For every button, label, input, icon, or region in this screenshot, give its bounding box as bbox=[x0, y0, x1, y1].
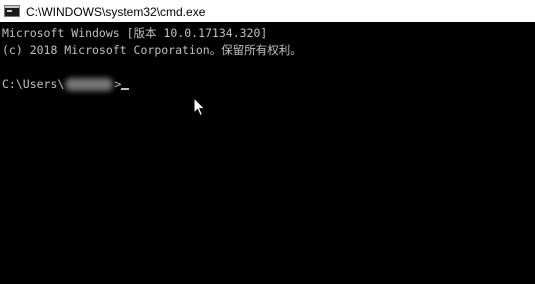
redacted-username bbox=[65, 78, 114, 91]
prompt-symbol: > bbox=[114, 77, 122, 91]
prompt-path-prefix: C:\Users\ bbox=[2, 77, 65, 91]
window-title: C:\WINDOWS\system32\cmd.exe bbox=[26, 4, 206, 19]
mouse-pointer-icon bbox=[193, 97, 206, 117]
text-cursor bbox=[121, 88, 130, 90]
title-bar[interactable]: C:\WINDOWS\system32\cmd.exe bbox=[0, 0, 535, 22]
cmd-window[interactable]: C:\WINDOWS\system32\cmd.exe Microsoft Wi… bbox=[0, 0, 535, 284]
console-output-area[interactable]: Microsoft Windows [版本 10.0.17134.320] (c… bbox=[0, 22, 535, 284]
cmd-icon bbox=[4, 5, 20, 17]
command-prompt[interactable]: C:\Users\ > bbox=[2, 76, 535, 93]
version-line: Microsoft Windows [版本 10.0.17134.320] bbox=[2, 26, 268, 40]
copyright-line: (c) 2018 Microsoft Corporation。保留所有权利。 bbox=[2, 43, 302, 57]
